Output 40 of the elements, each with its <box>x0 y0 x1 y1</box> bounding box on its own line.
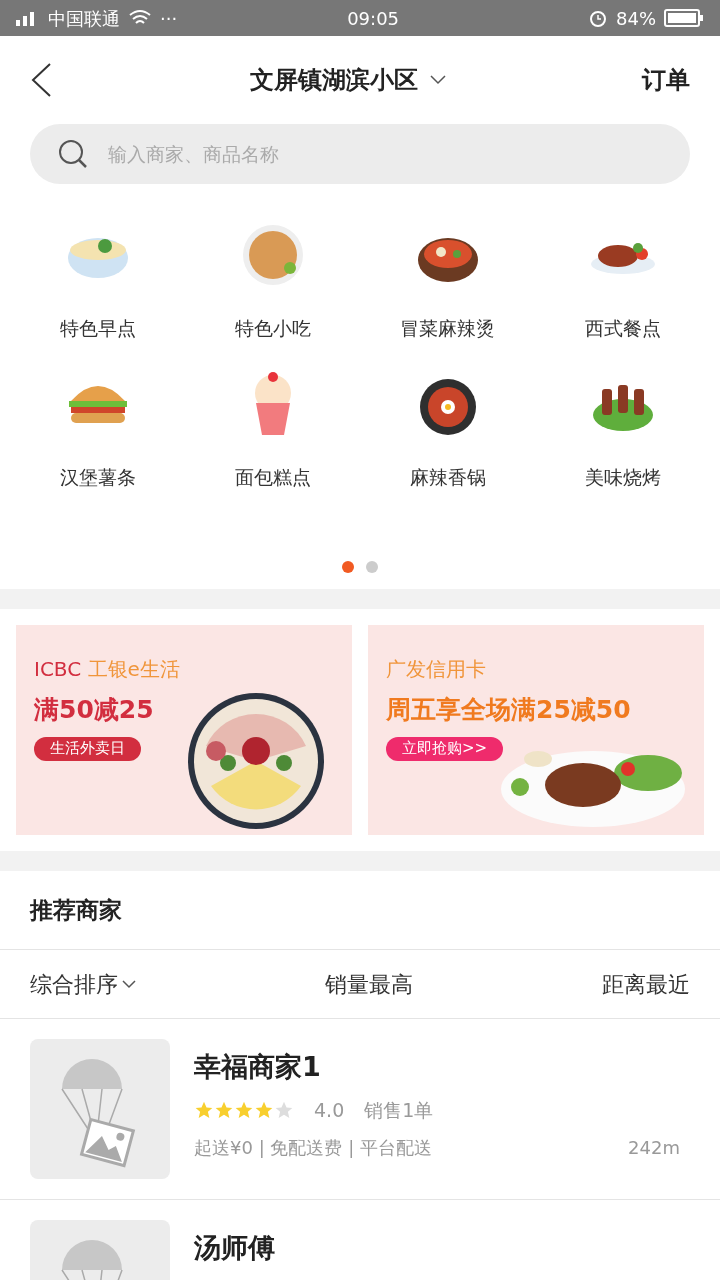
clock-time: 09:05 <box>347 6 400 31</box>
merchant-name: 幸福商家1 <box>194 1050 322 1084</box>
carrier-name: 中国联通 <box>48 6 120 31</box>
battery-icon <box>664 8 704 28</box>
merchant-name: 汤师傅 <box>194 1231 276 1265</box>
merchant-item[interactable]: 汤师傅 <box>0 1200 720 1280</box>
brand-label: ICBC <box>34 657 82 681</box>
category-item[interactable]: 冒菜麻辣烫 <box>360 220 535 343</box>
category-item[interactable]: 美味烧烤 <box>535 368 710 491</box>
chevron-down-icon <box>430 75 446 85</box>
category-item[interactable]: 汉堡薯条 <box>10 368 185 491</box>
distance-label: 242m <box>628 1136 680 1160</box>
banner-title: 工银e生活 <box>86 657 180 681</box>
category-item[interactable]: 面包糕点 <box>185 368 360 491</box>
banner-title: 广发信用卡 <box>386 657 486 681</box>
banner-button[interactable]: 生活外卖日 <box>34 736 141 761</box>
promo-banner[interactable]: 广发信用卡 周五享全场满25减50 立即抢购>> <box>368 625 704 835</box>
merchant-item[interactable]: 幸福商家1 4.0 销售1单 起送¥0 | 免配送费 | 平台配送 242m <box>0 1019 720 1200</box>
search-icon <box>58 139 88 169</box>
orders-link[interactable]: 订单 <box>642 62 690 98</box>
section-title: 推荐商家 <box>28 895 123 925</box>
alarm-icon <box>588 8 608 28</box>
category-item[interactable]: 西式餐点 <box>535 220 710 343</box>
category-item[interactable]: 特色早点 <box>10 220 185 343</box>
delivery-info: 起送¥0 | 免配送费 | 平台配送 <box>194 1136 432 1160</box>
sort-tab[interactable]: 销量最高 <box>325 967 413 1001</box>
location-selector[interactable]: 文屏镇湖滨小区 <box>54 62 642 98</box>
sort-tab[interactable]: 距离最近 <box>602 967 690 1001</box>
sort-tab[interactable]: 综合排序 <box>30 967 136 1001</box>
offer-text: 满50减25 <box>34 694 155 726</box>
category-item[interactable]: 麻辣香锅 <box>360 368 535 491</box>
promo-banner[interactable]: ICBC 工银e生活 满50减25 生活外卖日 <box>16 625 352 835</box>
rating-score: 4.0 <box>314 1097 345 1123</box>
search-field[interactable]: 输入商家、商品名称 <box>30 124 690 184</box>
more-indicator: ··· <box>160 6 178 31</box>
sales-count: 销售1单 <box>364 1097 434 1123</box>
offer-text: 周五享全场满25减50 <box>386 694 632 726</box>
banner-button[interactable]: 立即抢购>> <box>386 736 504 761</box>
battery-percent: 84% <box>616 6 656 31</box>
category-item[interactable]: 特色小吃 <box>185 220 360 343</box>
